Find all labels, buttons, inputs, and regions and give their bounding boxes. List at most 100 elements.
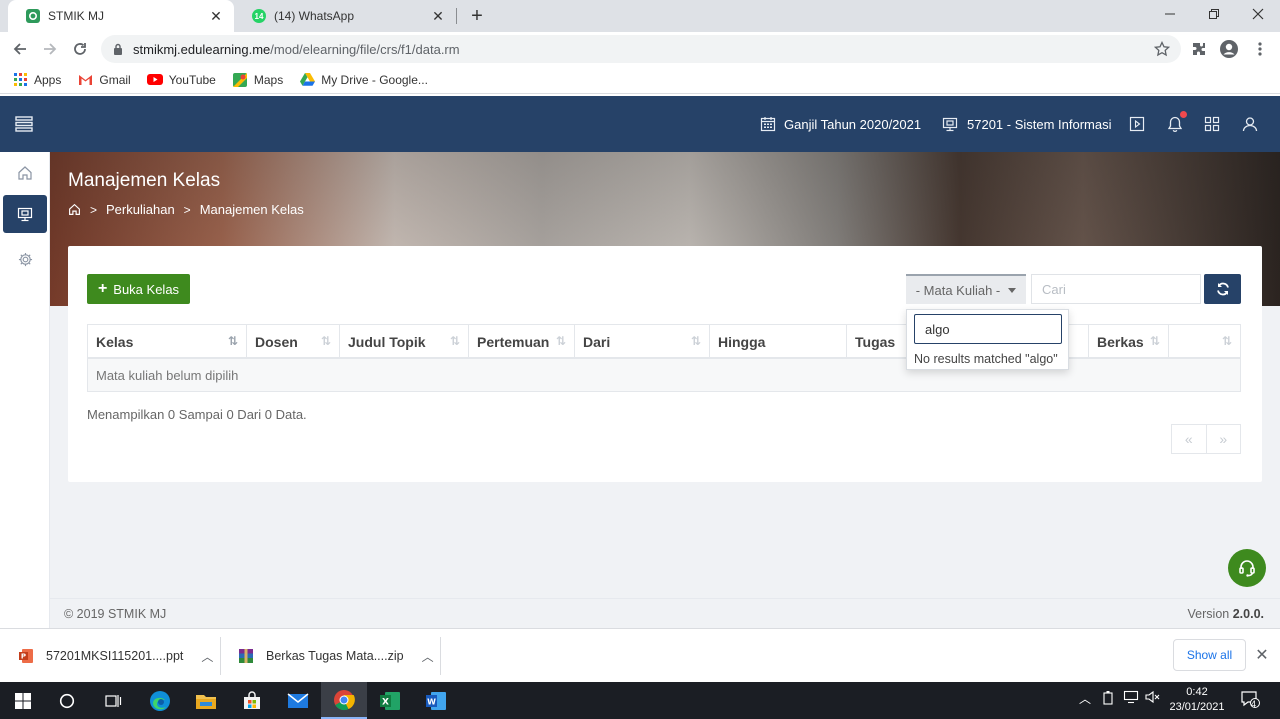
main-content: Manajemen Kelas > Perkuliahan > Manajeme… [50, 152, 1280, 628]
tab-divider [456, 8, 457, 24]
menu-kebab-icon[interactable] [1248, 37, 1272, 61]
youtube-icon [146, 73, 163, 87]
refresh-button[interactable] [1204, 274, 1241, 304]
tab-close-icon[interactable]: ✕ [208, 8, 224, 24]
gmail-icon [77, 73, 93, 87]
search-icon[interactable] [44, 682, 90, 719]
semester-selector[interactable]: Ganjil Tahun 2020/2021 [784, 96, 921, 152]
battery-icon[interactable] [1102, 690, 1114, 706]
sort-icon: ⇅ [690, 334, 701, 348]
tab-title: (14) WhatsApp [274, 9, 355, 23]
column-pertemuan[interactable]: Pertemuan ⇅ [469, 325, 575, 358]
forward-icon[interactable] [38, 37, 62, 61]
chevron-up-icon[interactable]: ︿ [422, 648, 434, 665]
excel-icon[interactable]: X [367, 682, 413, 719]
maps-icon [232, 72, 248, 87]
tab-stmik[interactable]: STMIK MJ ✕ [8, 0, 234, 32]
restore-icon[interactable] [1192, 0, 1236, 28]
word-icon[interactable]: W [413, 682, 459, 719]
download-item-ppt[interactable]: P 57201MKSI115201....ppt ︿ [0, 629, 220, 683]
pagination: « » [1171, 424, 1241, 454]
pager-prev-button[interactable]: « [1172, 425, 1207, 453]
refresh-icon [1216, 282, 1230, 296]
column-berkas[interactable]: Berkas ⇅ [1089, 325, 1169, 358]
extensions-icon[interactable] [1187, 37, 1211, 61]
volume-muted-icon[interactable] [1145, 690, 1161, 704]
close-window-icon[interactable] [1236, 0, 1280, 28]
powerpoint-file-icon: P [18, 648, 34, 664]
back-icon[interactable] [8, 37, 32, 61]
app-footer: © 2019 STMIK MJ Version 2.0.0. [50, 598, 1280, 628]
minimize-icon[interactable] [1148, 0, 1192, 28]
download-item-zip[interactable]: Berkas Tugas Mata....zip ︿ [220, 629, 440, 683]
sidebar [0, 152, 50, 628]
profile-icon[interactable] [1217, 37, 1241, 61]
column-dosen[interactable]: Dosen ⇅ [247, 325, 340, 358]
edge-browser-icon[interactable] [137, 682, 183, 719]
tab-title: STMIK MJ [48, 9, 104, 23]
dropdown-search-input[interactable] [914, 314, 1062, 344]
bookmark-youtube[interactable]: YouTube [146, 72, 216, 87]
buka-kelas-button[interactable]: + Buka Kelas [87, 274, 190, 304]
column-label: Hingga [718, 333, 766, 350]
close-download-bar-icon[interactable]: ✕ [1252, 645, 1272, 665]
breadcrumb-current: Manajemen Kelas [199, 202, 304, 217]
url-path: /mod/elearning/file/crs/f1/data.rm [270, 41, 460, 57]
new-tab-button[interactable]: + [466, 4, 488, 28]
search-input[interactable] [1031, 274, 1201, 304]
network-icon[interactable] [1123, 690, 1139, 704]
pager-next-button[interactable]: » [1207, 425, 1241, 453]
sidebar-item-perkuliahan[interactable] [3, 195, 47, 233]
bookmark-label: Apps [34, 72, 62, 87]
microsoft-store-icon[interactable] [229, 682, 275, 719]
sidebar-item-settings[interactable] [3, 240, 47, 278]
caret-down-icon [1008, 287, 1017, 293]
sidebar-toggle-icon[interactable] [14, 114, 34, 134]
apps-grid-icon[interactable] [1202, 114, 1222, 134]
column-actions[interactable]: ⇅ [1169, 325, 1240, 358]
bookmark-label: Maps [253, 72, 284, 87]
google-drive-icon [299, 73, 315, 87]
bookmark-gmail[interactable]: Gmail [77, 73, 131, 87]
column-label: Dari [583, 333, 611, 350]
column-kelas[interactable]: Kelas ⇅ [88, 325, 247, 358]
reload-icon[interactable] [68, 37, 92, 61]
show-all-downloads-button[interactable]: Show all [1173, 639, 1246, 671]
file-explorer-icon[interactable] [183, 682, 229, 719]
mata-kuliah-select[interactable]: - Mata Kuliah - [906, 274, 1026, 304]
version-number: 2.0.0. [1232, 607, 1264, 621]
column-label: Dosen [255, 333, 298, 350]
column-dari[interactable]: Dari ⇅ [575, 325, 710, 358]
video-icon[interactable] [1127, 114, 1147, 134]
address-bar[interactable]: stmikmj.edulearning.me /mod/elearning/fi… [101, 35, 1181, 63]
bookmark-drive[interactable]: My Drive - Google... [299, 73, 428, 87]
sidebar-item-home[interactable] [3, 154, 47, 192]
sort-icon: ⇅ [555, 334, 566, 348]
bookmark-star-icon[interactable] [1150, 37, 1174, 61]
column-judul-topik[interactable]: Judul Topik ⇅ [340, 325, 469, 358]
user-icon[interactable] [1240, 114, 1260, 134]
bookmark-maps[interactable]: Maps [232, 72, 284, 87]
tab-close-icon[interactable]: ✕ [430, 8, 446, 24]
monitor-icon [940, 114, 960, 134]
home-icon[interactable] [68, 203, 81, 216]
chevron-up-icon[interactable]: ︿ [201, 648, 213, 665]
headset-icon [1237, 558, 1257, 578]
program-selector[interactable]: 57201 - Sistem Informasi [967, 96, 1112, 152]
column-hingga[interactable]: Hingga [710, 325, 847, 358]
chrome-icon[interactable] [321, 682, 367, 719]
bookmark-apps[interactable]: Apps [12, 73, 61, 87]
version-info: Version 2.0.0. [1188, 607, 1264, 621]
calendar-icon [758, 114, 778, 134]
help-chat-button[interactable] [1228, 549, 1266, 587]
taskbar-clock[interactable]: 0:42 23/01/2021 [1168, 685, 1226, 715]
windows-start-icon[interactable] [0, 682, 46, 719]
mail-icon[interactable] [275, 682, 321, 719]
breadcrumb-perkuliahan[interactable]: Perkuliahan [106, 202, 175, 217]
tray-chevron-up-icon[interactable]: ︿ [1079, 690, 1091, 707]
bookmark-label: YouTube [168, 72, 216, 87]
action-center-icon[interactable] [1240, 689, 1260, 709]
tab-whatsapp[interactable]: 14 (14) WhatsApp ✕ [234, 0, 456, 32]
task-view-icon[interactable] [90, 682, 136, 719]
gear-icon [18, 252, 33, 267]
